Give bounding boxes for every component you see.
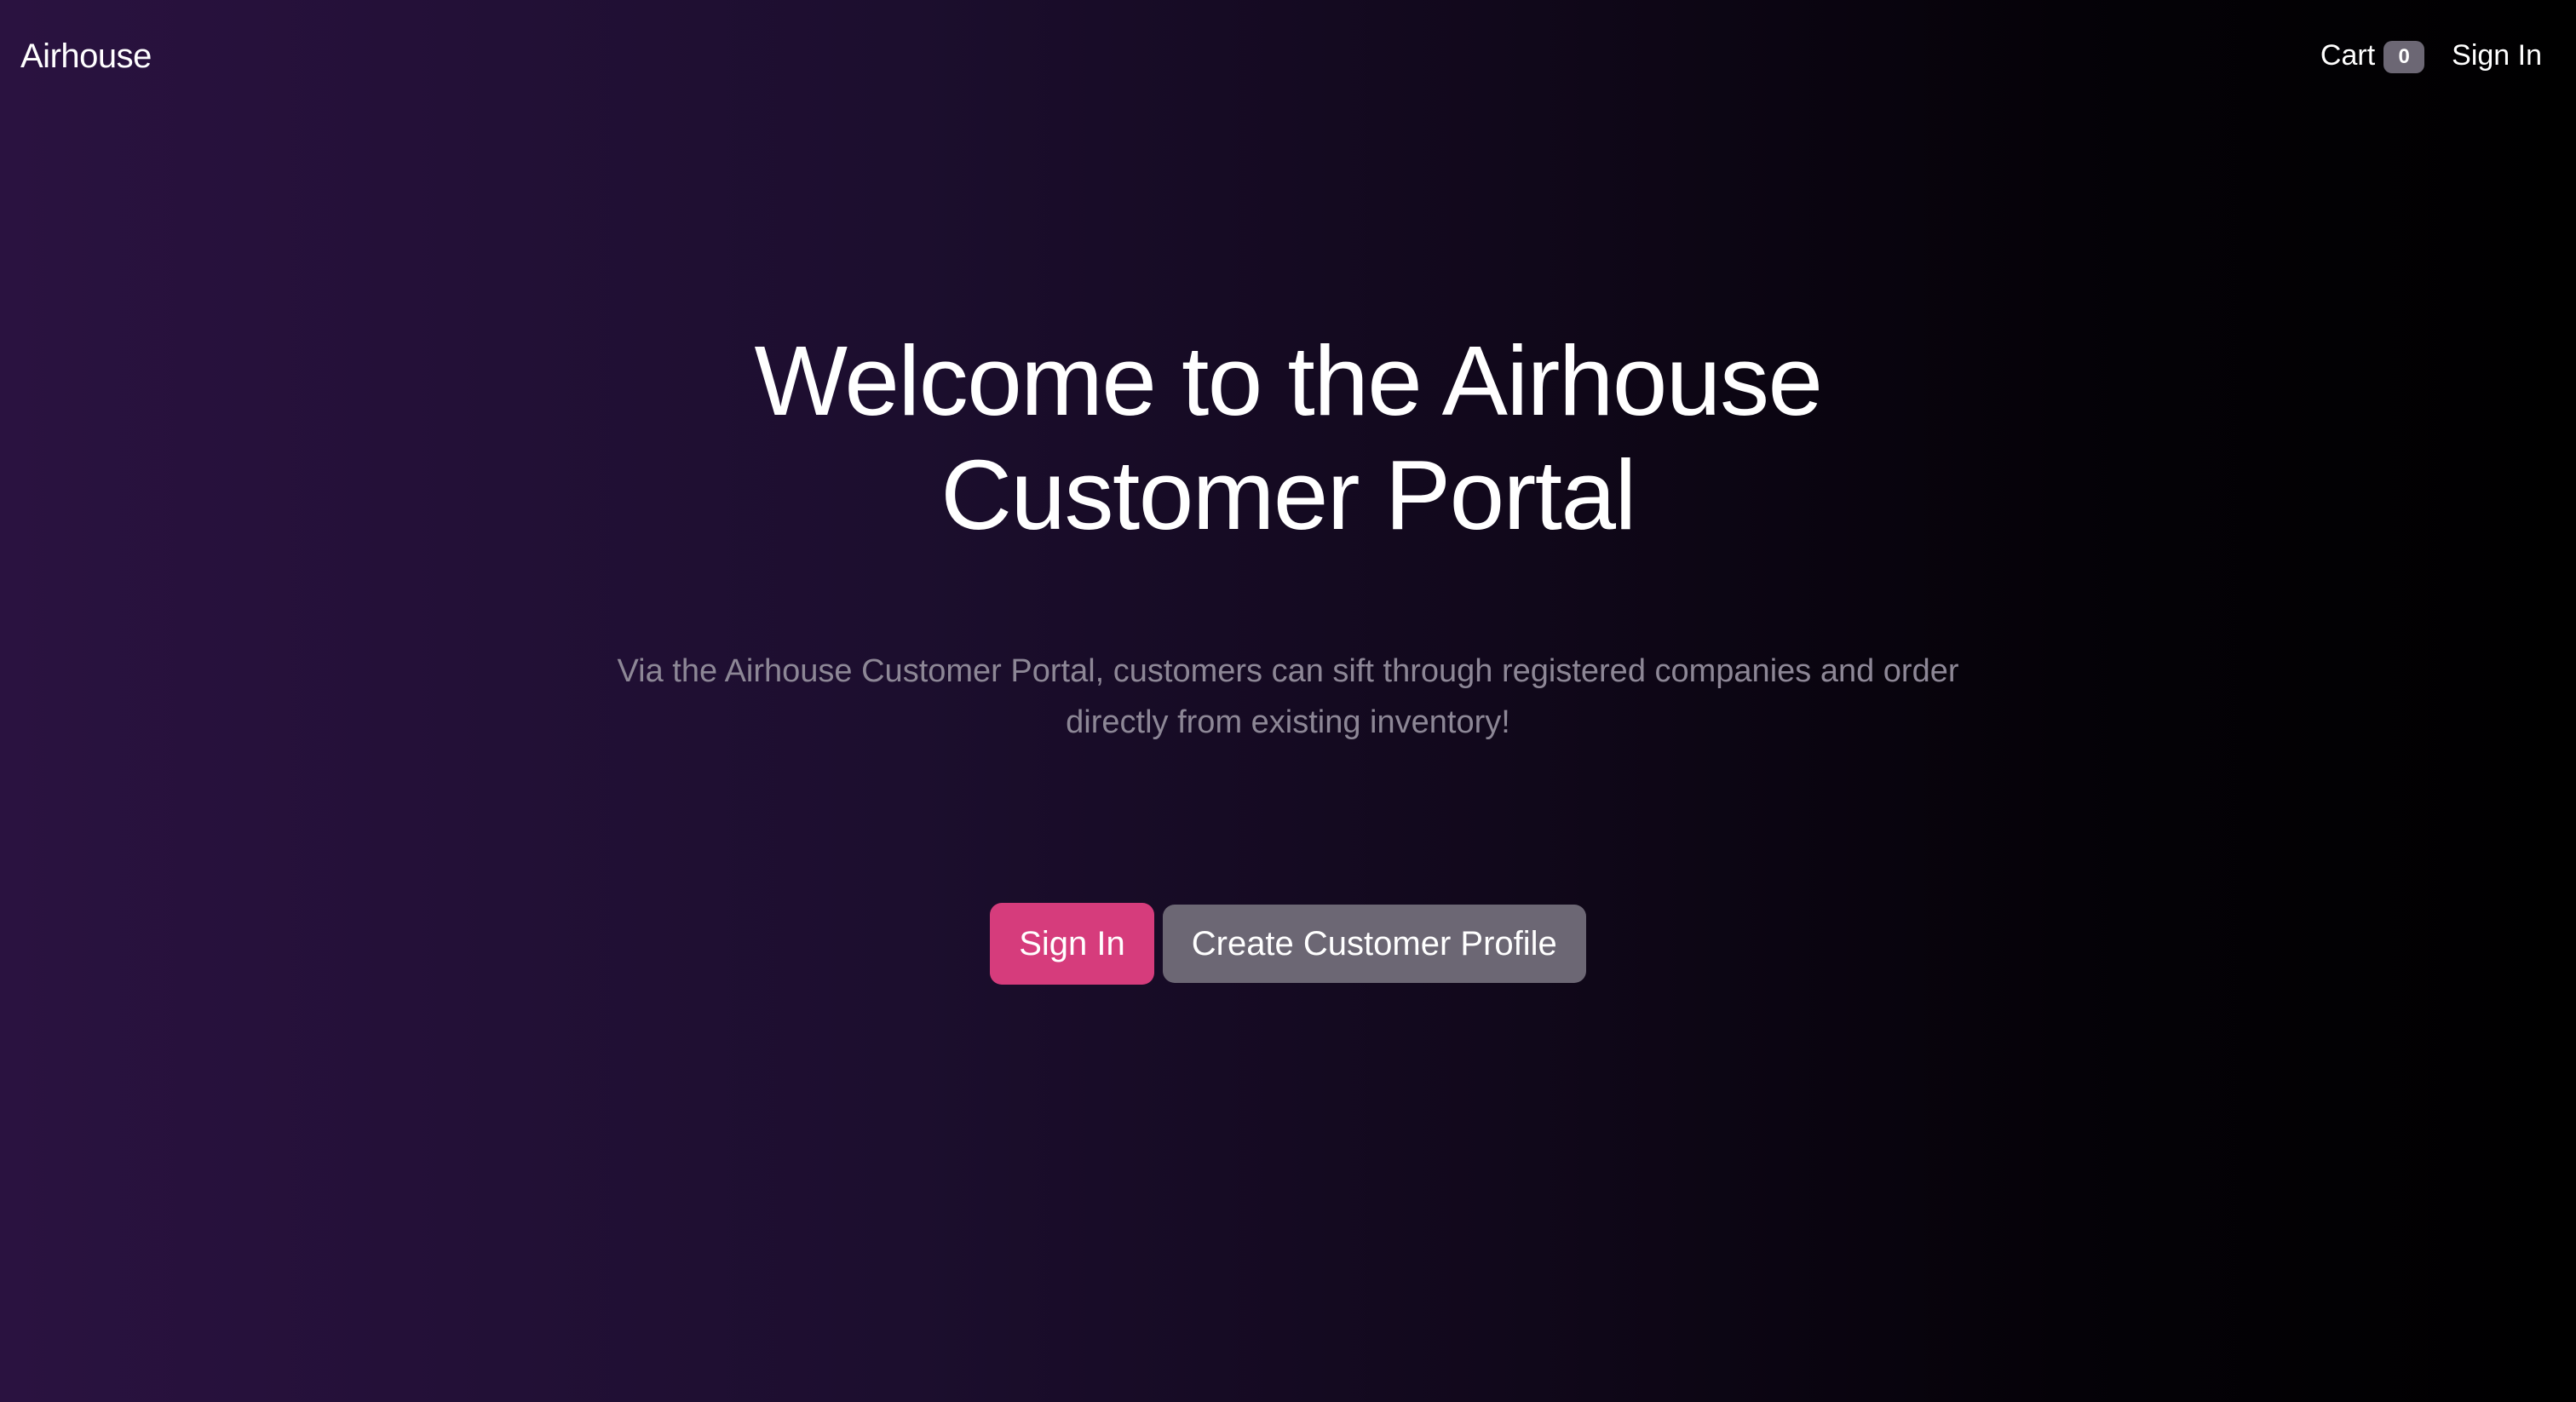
cart-count-badge: 0 [2383, 41, 2425, 73]
top-navbar: Airhouse Cart 0 Sign In [0, 0, 2576, 124]
nav-signin-link[interactable]: Sign In [2452, 39, 2542, 72]
hero-section: Welcome to the Airhouse Customer Portal … [0, 324, 2576, 748]
page-title: Welcome to the Airhouse Customer Portal [754, 325, 1823, 550]
create-profile-button[interactable]: Create Customer Profile [1162, 905, 1586, 983]
cart-label: Cart [2320, 38, 2376, 72]
brand-logo-link[interactable]: Airhouse [20, 37, 152, 76]
cart-link[interactable]: Cart 0 [2320, 37, 2425, 73]
signin-button[interactable]: Sign In [990, 903, 1154, 985]
hero-subtitle: Via the Airhouse Customer Portal, custom… [617, 653, 1959, 740]
nav-right-group: Cart 0 Sign In [2320, 37, 2542, 73]
hero-actions: Sign In Create Customer Profile [0, 903, 2576, 985]
